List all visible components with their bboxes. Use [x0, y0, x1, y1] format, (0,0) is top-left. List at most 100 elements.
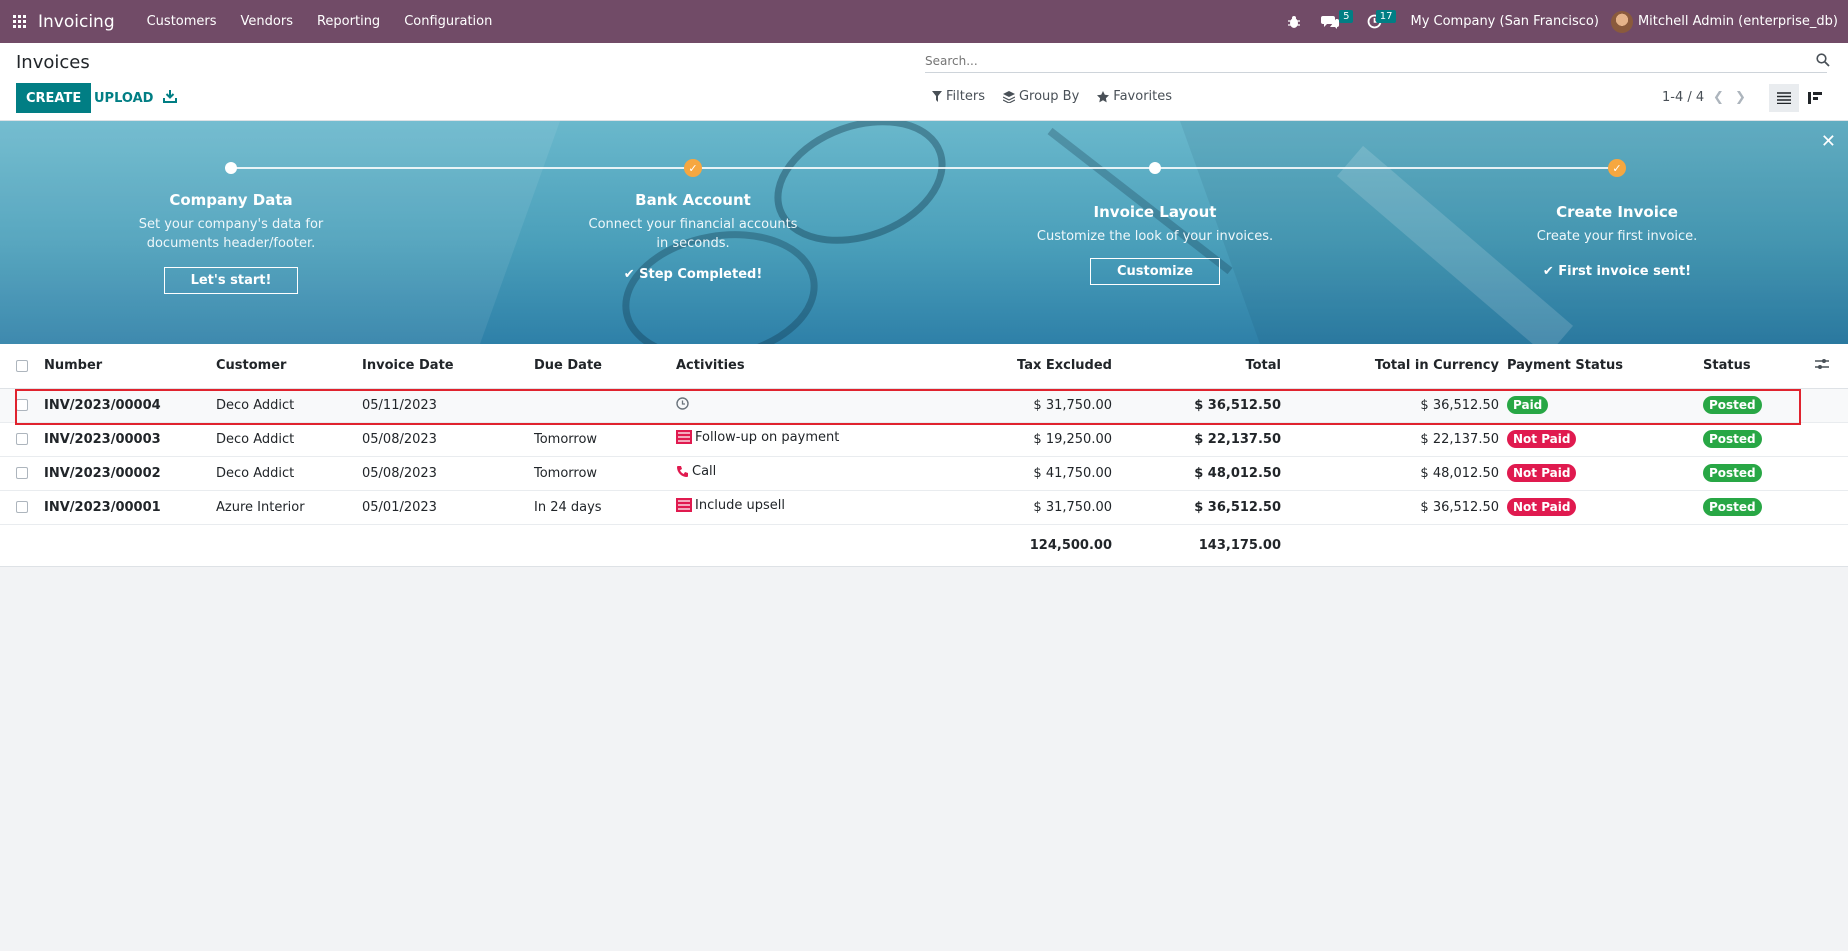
- total-in-currency: $ 36,512.50: [1281, 490, 1499, 525]
- column-payment-status[interactable]: Payment Status: [1499, 344, 1703, 389]
- messages-icon[interactable]: 5: [1311, 0, 1354, 43]
- row-checkbox[interactable]: [16, 467, 28, 479]
- list-view-icon[interactable]: [1769, 84, 1799, 112]
- activity-widget[interactable]: Include upsell: [676, 498, 785, 513]
- status-badge: Posted: [1703, 464, 1762, 482]
- pager-value[interactable]: 1-4 / 4: [1662, 90, 1704, 105]
- menu-reporting[interactable]: Reporting: [305, 14, 392, 29]
- step-completed-text: ✔ Step Completed!: [623, 267, 763, 282]
- status-badge: Posted: [1703, 430, 1762, 448]
- due-date: Tomorrow: [534, 422, 676, 457]
- company-switcher[interactable]: My Company (San Francisco): [1392, 14, 1610, 29]
- table-row[interactable]: INV/2023/00003 Deco Addict 05/08/2023 Tomor…: [0, 422, 1848, 457]
- payment-status-badge: Paid: [1507, 396, 1549, 414]
- table-header-row: Number Customer Invoice Date Due Date Ac…: [0, 344, 1848, 389]
- column-invoice-date[interactable]: Invoice Date: [362, 344, 534, 389]
- column-customer[interactable]: Customer: [216, 344, 362, 389]
- customer-name: Deco Addict: [216, 388, 362, 423]
- optional-columns-icon[interactable]: [1795, 344, 1848, 389]
- table-row[interactable]: INV/2023/00002 Deco Addict 05/08/2023 Tomor…: [0, 456, 1848, 491]
- step-title: Bank Account: [635, 191, 751, 209]
- column-due-date[interactable]: Due Date: [534, 344, 676, 389]
- activity-widget[interactable]: [676, 396, 692, 410]
- close-icon[interactable]: ✕: [1821, 131, 1836, 152]
- avatar: [1610, 10, 1633, 33]
- column-activities[interactable]: Activities: [676, 344, 890, 389]
- column-status[interactable]: Status: [1703, 344, 1795, 389]
- total-tax-excluded: 124,500.00: [890, 524, 1112, 567]
- debug-bug-icon[interactable]: [1277, 0, 1311, 43]
- due-date: Tomorrow: [534, 456, 676, 491]
- table-row[interactable]: INV/2023/00004 Deco Addict 05/11/2023 $ 31,…: [0, 388, 1848, 423]
- step-description: Create your first invoice.: [1536, 229, 1698, 244]
- user-name: Mitchell Admin (enterprise_db): [1637, 14, 1838, 29]
- step-company-data: Company Data Set your company's data for…: [81, 191, 381, 294]
- invoice-number: INV/2023/00002: [44, 456, 216, 491]
- select-all-checkbox[interactable]: [16, 359, 28, 372]
- tasks-icon: [676, 498, 692, 513]
- row-checkbox[interactable]: [16, 433, 28, 445]
- activity-summary: Include upsell: [695, 497, 785, 513]
- upload-button[interactable]: UPLOAD: [94, 83, 153, 113]
- invoice-date: 05/11/2023: [362, 388, 534, 423]
- download-icon[interactable]: [163, 89, 181, 107]
- step-description: Customize the look of your invoices.: [1036, 229, 1274, 244]
- invoice-number: INV/2023/00003: [44, 422, 216, 457]
- column-number[interactable]: Number: [44, 344, 216, 389]
- menu-customers[interactable]: Customers: [135, 14, 229, 29]
- customize-button[interactable]: Customize: [1089, 258, 1221, 285]
- pager-previous-icon[interactable]: ❮: [1713, 90, 1724, 105]
- activities-clock-icon[interactable]: 17: [1357, 0, 1397, 43]
- user-menu[interactable]: Mitchell Admin (enterprise_db): [1610, 10, 1848, 33]
- step-title: Company Data: [169, 191, 293, 209]
- activity-widget[interactable]: Call: [676, 464, 716, 479]
- tasks-icon: [676, 430, 692, 445]
- step-title: Create Invoice: [1556, 203, 1678, 221]
- customer-name: Deco Addict: [216, 456, 362, 491]
- activity-widget[interactable]: Follow-up on payment: [676, 430, 839, 445]
- total-in-currency: $ 48,012.50: [1281, 456, 1499, 491]
- total-amount: $ 36,512.50: [1112, 388, 1281, 423]
- column-tax-excluded[interactable]: Tax Excluded: [890, 344, 1112, 389]
- status-badge: Posted: [1703, 396, 1762, 414]
- due-date: [534, 388, 676, 423]
- payment-status-badge: Not Paid: [1507, 464, 1577, 482]
- tax-excluded-amount: $ 31,750.00: [890, 388, 1112, 423]
- groupby-button[interactable]: Group By: [1002, 89, 1079, 104]
- search-input[interactable]: [925, 49, 1827, 73]
- step-description: Connect your financial accounts in secon…: [588, 217, 798, 251]
- activities-count-badge: 17: [1375, 10, 1397, 23]
- apps-menu-icon[interactable]: [0, 0, 38, 43]
- favorites-button[interactable]: Favorites: [1097, 89, 1172, 104]
- activity-summary: Follow-up on payment: [695, 429, 840, 445]
- step-create-invoice: Create Invoice Create your first invoice…: [1467, 203, 1767, 279]
- row-checkbox[interactable]: [16, 501, 28, 513]
- row-checkbox[interactable]: [16, 399, 28, 411]
- activity-summary: Call: [692, 464, 717, 479]
- clock-icon: [676, 396, 689, 410]
- total-amount: $ 48,012.50: [1112, 456, 1281, 491]
- phone-icon: [676, 465, 689, 478]
- total-amount: $ 36,512.50: [1112, 490, 1281, 525]
- totals-row: 124,500.00 143,175.00: [0, 524, 1848, 567]
- column-total-in-currency[interactable]: Total in Currency: [1281, 344, 1499, 389]
- tax-excluded-amount: $ 19,250.00: [890, 422, 1112, 457]
- onboarding-banner: ✕ ✓ ✓ Company Data Set your company's da…: [0, 121, 1848, 344]
- app-name[interactable]: Invoicing: [38, 12, 115, 32]
- filters-button[interactable]: Filters: [932, 89, 985, 104]
- menu-configuration[interactable]: Configuration: [392, 14, 504, 29]
- column-total[interactable]: Total: [1112, 344, 1281, 389]
- page-title: Invoices: [16, 52, 90, 73]
- kanban-view-icon[interactable]: [1800, 84, 1830, 112]
- pager-next-icon[interactable]: ❯: [1735, 90, 1746, 105]
- search-icon[interactable]: [1816, 53, 1832, 69]
- menu-vendors[interactable]: Vendors: [229, 14, 305, 29]
- payment-status-badge: Not Paid: [1507, 498, 1577, 516]
- top-navbar: Invoicing Customers Vendors Reporting Co…: [0, 0, 1848, 43]
- table-row[interactable]: INV/2023/00001 Azure Interior 05/01/2023 In…: [0, 490, 1848, 525]
- step-4-check-icon: ✓: [1608, 159, 1626, 177]
- layers-icon: [1002, 90, 1015, 103]
- create-button[interactable]: CREATE: [16, 83, 92, 113]
- step-2-check-icon: ✓: [684, 159, 702, 177]
- lets-start-button[interactable]: Let's start!: [163, 267, 299, 294]
